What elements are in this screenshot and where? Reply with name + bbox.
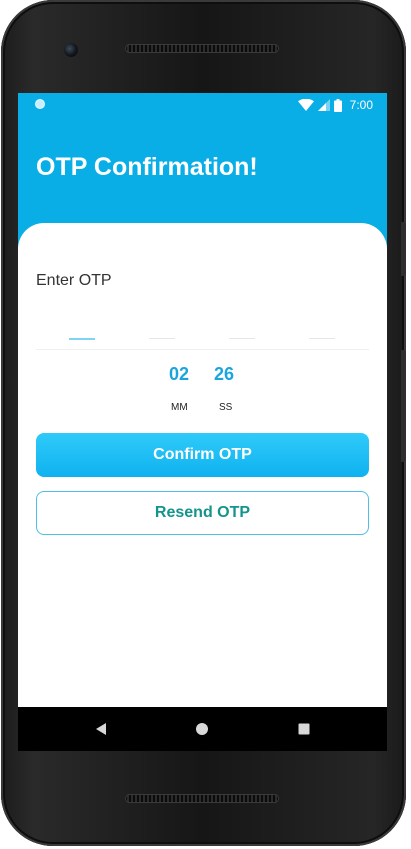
power-button <box>401 222 406 276</box>
volume-button <box>401 350 406 462</box>
top-speaker <box>125 44 279 53</box>
otp-input-row <box>36 319 369 350</box>
front-camera <box>64 43 78 57</box>
resend-otp-button[interactable]: Resend OTP <box>36 491 369 535</box>
otp-digit-3[interactable] <box>229 338 255 339</box>
confirm-otp-button[interactable]: Confirm OTP <box>36 433 369 477</box>
status-time: 7:00 <box>349 98 373 112</box>
app-screen: 7:00 OTP Confirmation! Enter OTP 02 26 M… <box>18 93 387 707</box>
otp-digit-4[interactable] <box>309 338 335 339</box>
timer-seconds: 26 <box>214 364 235 384</box>
bottom-speaker <box>125 794 279 803</box>
otp-card: Enter OTP 02 26 MM SS Confirm OTP Resend… <box>18 223 387 707</box>
otp-digit-1[interactable] <box>69 338 95 340</box>
wifi-icon <box>297 99 314 111</box>
otp-label: Enter OTP <box>36 272 112 289</box>
timer-minutes: 02 <box>169 364 190 384</box>
navigation-bar <box>18 707 387 751</box>
status-icons: 7:00 <box>297 97 373 113</box>
timer-minutes-unit: MM <box>171 402 188 413</box>
recents-icon[interactable] <box>294 719 314 739</box>
status-bar: 7:00 <box>18 93 387 117</box>
timer-seconds-unit: SS <box>219 402 233 413</box>
page-title: OTP Confirmation! <box>36 153 258 181</box>
cellular-signal-icon <box>317 99 330 111</box>
notification-dot-icon <box>35 99 45 109</box>
home-icon[interactable] <box>192 719 212 739</box>
battery-icon <box>333 98 342 112</box>
otp-digit-2[interactable] <box>149 338 175 339</box>
back-icon[interactable] <box>91 719 111 739</box>
